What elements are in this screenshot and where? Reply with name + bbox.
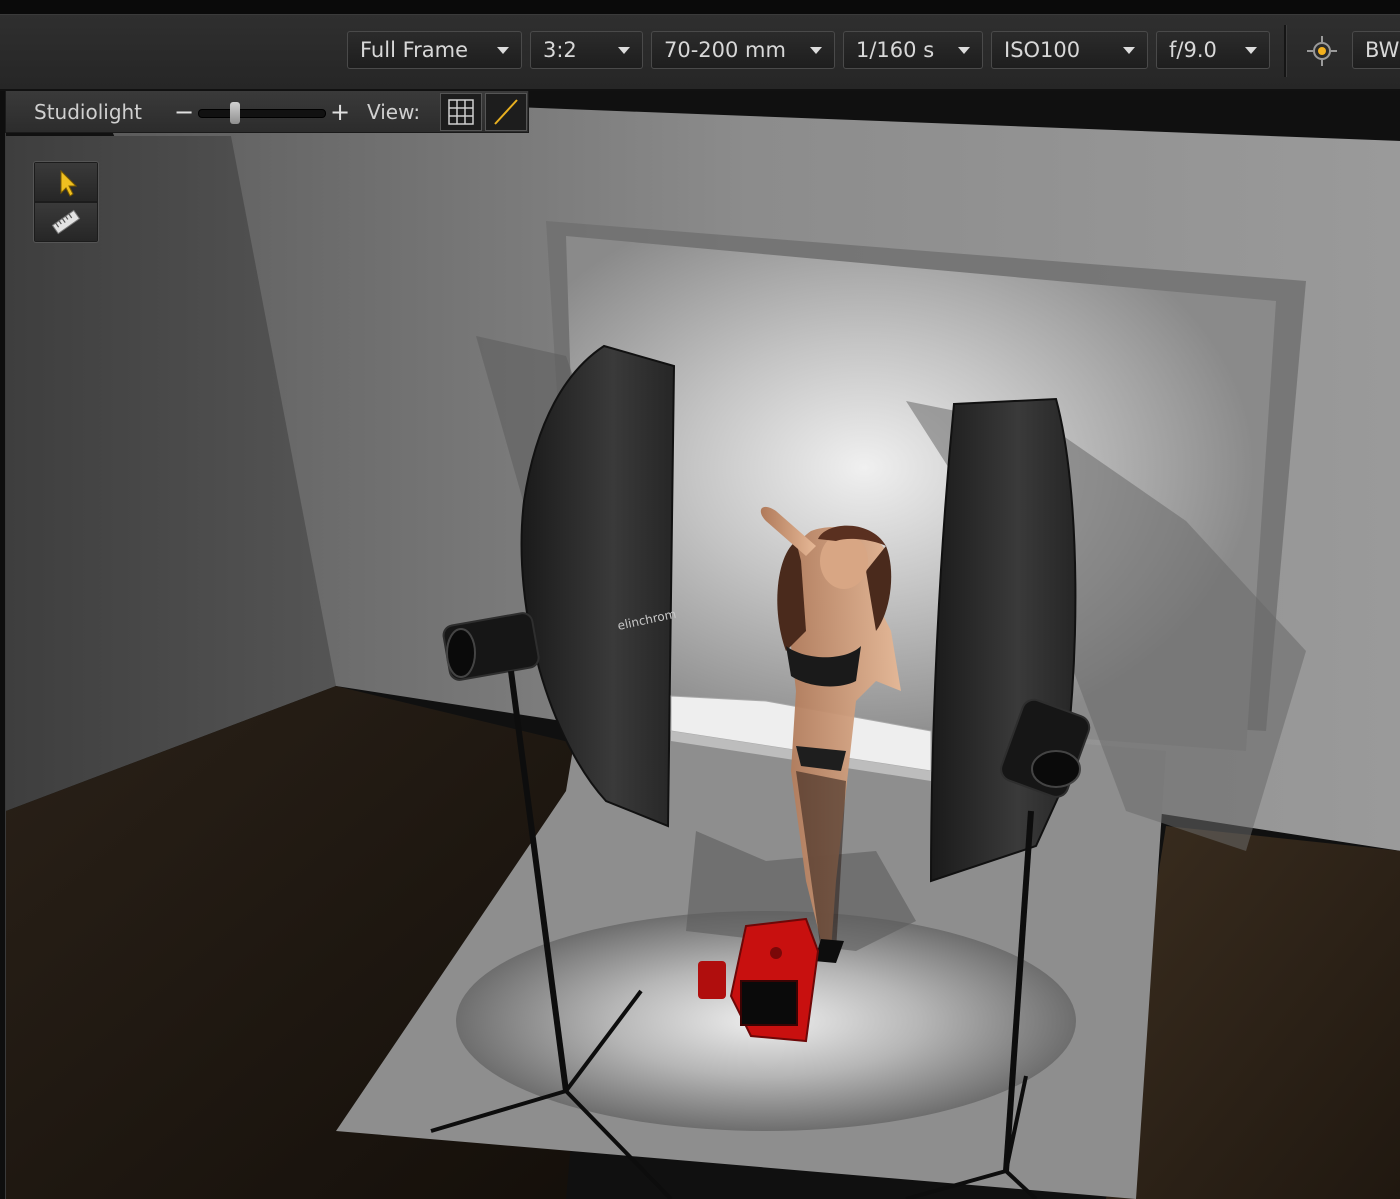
grid-view-button[interactable] [440, 93, 482, 131]
chevron-down-icon [497, 47, 509, 54]
studio-3d-viewport[interactable]: elinchrom [5, 91, 1400, 1199]
view-label: View: [367, 100, 421, 124]
chevron-down-icon [1245, 47, 1257, 54]
measure-tool-button[interactable] [35, 203, 97, 241]
tool-palette [33, 161, 99, 243]
zoom-in-button[interactable]: + [330, 91, 350, 133]
chevron-down-icon [810, 47, 822, 54]
diagonal-view-icon [494, 99, 518, 125]
camera-settings-toolbar: Full Frame 3:2 70-200 mm 1/160 s ISO100 … [0, 15, 1400, 91]
bw-label: BW [1365, 38, 1400, 62]
lens-value: 70-200 mm [664, 38, 786, 62]
sensor-value: Full Frame [360, 38, 469, 62]
studio-light-bar: Studiolight − + View: [5, 91, 529, 133]
grid-view-icon [448, 99, 474, 125]
chevron-down-icon [1123, 47, 1135, 54]
ruler-icon [51, 209, 81, 235]
iso-value: ISO100 [1004, 38, 1081, 62]
window-top-strip [0, 0, 1400, 15]
diagonal-view-button[interactable] [485, 93, 527, 131]
chevron-down-icon [618, 47, 630, 54]
chevron-down-icon [958, 47, 970, 54]
studiolight-slider-thumb[interactable] [230, 102, 240, 124]
zoom-out-button[interactable]: − [174, 91, 194, 133]
shutter-speed-value: 1/160 s [856, 38, 935, 62]
sensor-dropdown[interactable]: Full Frame [347, 31, 522, 69]
select-tool-button[interactable] [35, 163, 97, 201]
iso-dropdown[interactable]: ISO100 [991, 31, 1148, 69]
studiolight-label: Studiolight [34, 100, 143, 124]
aspect-ratio-value: 3:2 [543, 38, 577, 62]
shutter-speed-dropdown[interactable]: 1/160 s [843, 31, 983, 69]
aspect-ratio-dropdown[interactable]: 3:2 [530, 31, 643, 69]
light-target-icon[interactable] [1306, 35, 1338, 67]
bw-button[interactable]: BW [1352, 31, 1400, 69]
aperture-value: f/9.0 [1169, 38, 1217, 62]
lens-dropdown[interactable]: 70-200 mm [651, 31, 835, 69]
toolbar-divider [1284, 25, 1287, 77]
studio-scene: elinchrom [6, 91, 1400, 1199]
aperture-dropdown[interactable]: f/9.0 [1156, 31, 1270, 69]
select-arrow-icon [60, 169, 78, 197]
studiolight-slider-track[interactable] [198, 102, 326, 124]
